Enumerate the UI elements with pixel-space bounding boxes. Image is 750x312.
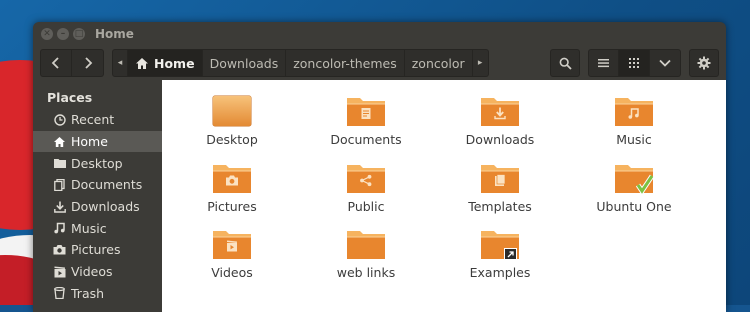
close-button[interactable]: ✕: [41, 28, 53, 40]
folder-icon: [212, 95, 252, 127]
title-bar: ✕ – □ Home: [33, 22, 726, 46]
sidebar-item-label: Trash: [71, 285, 105, 301]
home-icon: [135, 57, 149, 70]
sidebar: Places Recent Home Desktop Documents Dow…: [33, 80, 162, 312]
sidebar-item-trash[interactable]: Trash: [33, 283, 162, 305]
minimize-button[interactable]: –: [57, 28, 69, 40]
file-item[interactable]: Public: [306, 162, 426, 214]
search-icon: [559, 57, 572, 70]
folder-icon: [481, 98, 519, 126]
file-item[interactable]: Templates: [440, 162, 560, 214]
breadcrumb-scroll-left[interactable]: ◂: [112, 49, 128, 77]
file-item[interactable]: Pictures: [172, 162, 292, 214]
documents-icon: [53, 178, 66, 191]
back-button[interactable]: [40, 49, 72, 77]
window-title: Home: [95, 27, 134, 41]
music-icon: [53, 222, 66, 234]
folder-icon: [347, 165, 385, 193]
chevron-down-icon: [659, 59, 671, 67]
grid-view-button[interactable]: [619, 49, 650, 77]
sidebar-item-label: Desktop: [71, 155, 123, 171]
sidebar-item-label: Videos: [71, 264, 113, 280]
file-item[interactable]: Desktop: [172, 95, 292, 147]
chevron-left-icon: [51, 57, 59, 69]
file-item-label: Music: [616, 132, 652, 147]
file-item-label: Templates: [468, 199, 532, 214]
sidebar-item-home[interactable]: Home: [33, 130, 162, 153]
breadcrumb-zoncolor[interactable]: zoncolor: [404, 49, 473, 77]
download-icon: [53, 201, 66, 213]
film-icon: [53, 266, 66, 278]
search-button[interactable]: [550, 49, 580, 77]
sidebar-item-label: Downloads: [71, 199, 140, 215]
folder-icon: [481, 231, 519, 260]
folder-icon: [615, 165, 654, 194]
file-item-label: Examples: [469, 265, 531, 280]
file-item[interactable]: Ubuntu One: [574, 162, 694, 214]
sidebar-item-label: Pictures: [71, 242, 121, 258]
clock-icon: [53, 114, 66, 126]
gear-icon: [697, 56, 711, 70]
sidebar-item-label: Music: [71, 220, 107, 236]
breadcrumb-label: Downloads: [209, 55, 279, 71]
forward-button[interactable]: [72, 49, 104, 77]
folder-icon: [213, 231, 251, 259]
file-item-label: Public: [347, 199, 385, 214]
file-view: Desktop Documents Downloads Music Pictures Pu…: [162, 80, 726, 312]
file-item-label: Pictures: [207, 199, 257, 214]
file-item[interactable]: Examples: [440, 228, 560, 280]
folder-icon: [347, 98, 385, 126]
folder-icon: [213, 165, 251, 193]
desktop-folder-icon: [53, 158, 66, 169]
breadcrumb: ◂ Home Downloads zoncolor-themes zoncolo…: [112, 49, 489, 77]
folder-icon: [347, 231, 385, 259]
sidebar-item-label: Home: [71, 134, 108, 150]
file-item[interactable]: web links: [306, 228, 426, 280]
file-item-label: Downloads: [465, 132, 535, 147]
sidebar-item-label: Recent: [71, 112, 115, 128]
view-options-button[interactable]: [650, 49, 681, 77]
folder-icon: [481, 165, 519, 193]
file-manager-window: ✕ – □ Home ◂ Home Downloads zoncolor-the…: [33, 22, 726, 312]
file-item-label: Desktop: [206, 132, 258, 147]
sidebar-item-pictures[interactable]: Pictures: [33, 239, 162, 261]
sidebar-item-downloads[interactable]: Downloads: [33, 196, 162, 218]
file-item-label: Videos: [211, 265, 253, 280]
breadcrumb-downloads[interactable]: Downloads: [202, 49, 287, 77]
toolbar: ◂ Home Downloads zoncolor-themes zoncolo…: [33, 46, 726, 80]
breadcrumb-label: zoncolor-themes: [293, 55, 397, 71]
file-item-label: web links: [336, 265, 396, 280]
sidebar-item-documents[interactable]: Documents: [33, 174, 162, 196]
breadcrumb-label: Home: [154, 55, 195, 71]
sidebar-item-label: Documents: [71, 177, 143, 193]
camera-icon: [53, 244, 66, 255]
sidebar-item-recent[interactable]: Recent: [33, 109, 162, 131]
breadcrumb-scroll-right[interactable]: ▸: [472, 49, 489, 77]
list-icon: [598, 59, 609, 68]
sidebar-item-videos[interactable]: Videos: [33, 261, 162, 283]
file-item[interactable]: Music: [574, 95, 694, 147]
file-item-label: Ubuntu One: [596, 199, 672, 214]
sidebar-item-desktop[interactable]: Desktop: [33, 152, 162, 174]
trash-icon: [53, 287, 66, 300]
file-item[interactable]: Downloads: [440, 95, 560, 147]
list-view-button[interactable]: [588, 49, 619, 77]
file-item[interactable]: Documents: [306, 95, 426, 147]
breadcrumb-zoncolor-themes[interactable]: zoncolor-themes: [286, 49, 405, 77]
home-icon: [53, 136, 66, 148]
breadcrumb-label: zoncolor: [411, 55, 465, 71]
settings-button[interactable]: [689, 49, 719, 77]
folder-icon: [615, 98, 653, 126]
maximize-button[interactable]: □: [73, 28, 85, 40]
sidebar-heading: Places: [47, 90, 93, 105]
sidebar-item-music[interactable]: Music: [33, 217, 162, 239]
chevron-right-icon: [84, 57, 92, 69]
file-item[interactable]: Videos: [172, 228, 292, 280]
grid-icon: [629, 58, 639, 68]
breadcrumb-home[interactable]: Home: [128, 49, 203, 77]
file-item-label: Documents: [330, 132, 402, 147]
